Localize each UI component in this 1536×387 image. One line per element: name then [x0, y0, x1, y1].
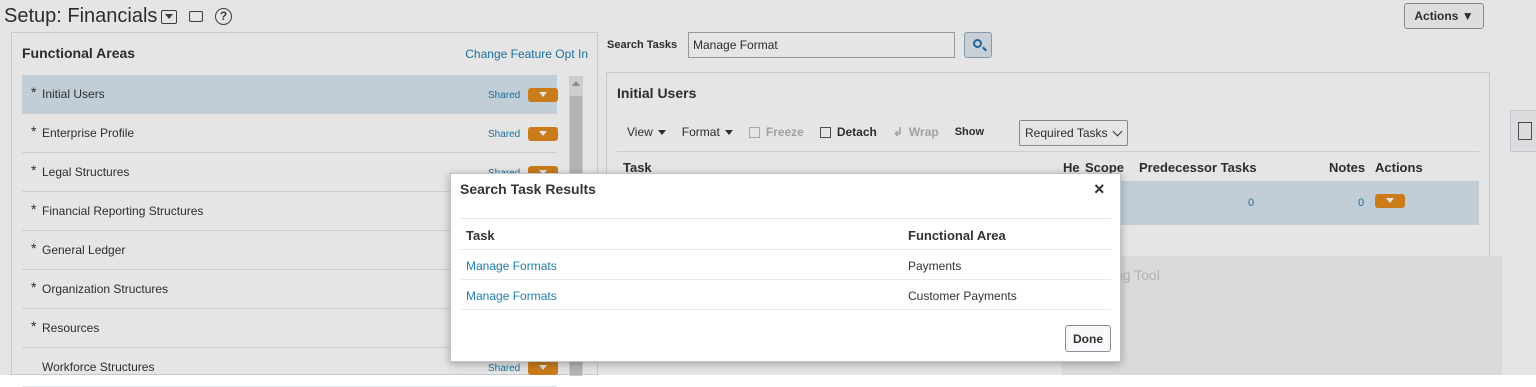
close-icon[interactable]: × — [1094, 179, 1105, 200]
column-header-functional-area[interactable]: Functional Area — [908, 228, 1006, 243]
task-link[interactable]: Manage Formats — [466, 259, 557, 273]
search-task-results-dialog: Search Task Results × Task Functional Ar… — [450, 173, 1121, 362]
task-link[interactable]: Manage Formats — [466, 289, 557, 303]
results-table: Task Functional Area Manage Formats Paym… — [461, 218, 1111, 310]
done-button[interactable]: Done — [1065, 325, 1111, 352]
functional-area-cell: Customer Payments — [908, 289, 1017, 303]
dialog-title: Search Task Results — [460, 181, 596, 197]
table-row[interactable]: Manage Formats Payments — [461, 250, 1111, 280]
table-row[interactable]: Manage Formats Customer Payments — [461, 280, 1111, 310]
functional-area-cell: Payments — [908, 259, 962, 273]
results-table-header: Task Functional Area — [461, 218, 1111, 250]
column-header-task[interactable]: Task — [466, 228, 495, 243]
